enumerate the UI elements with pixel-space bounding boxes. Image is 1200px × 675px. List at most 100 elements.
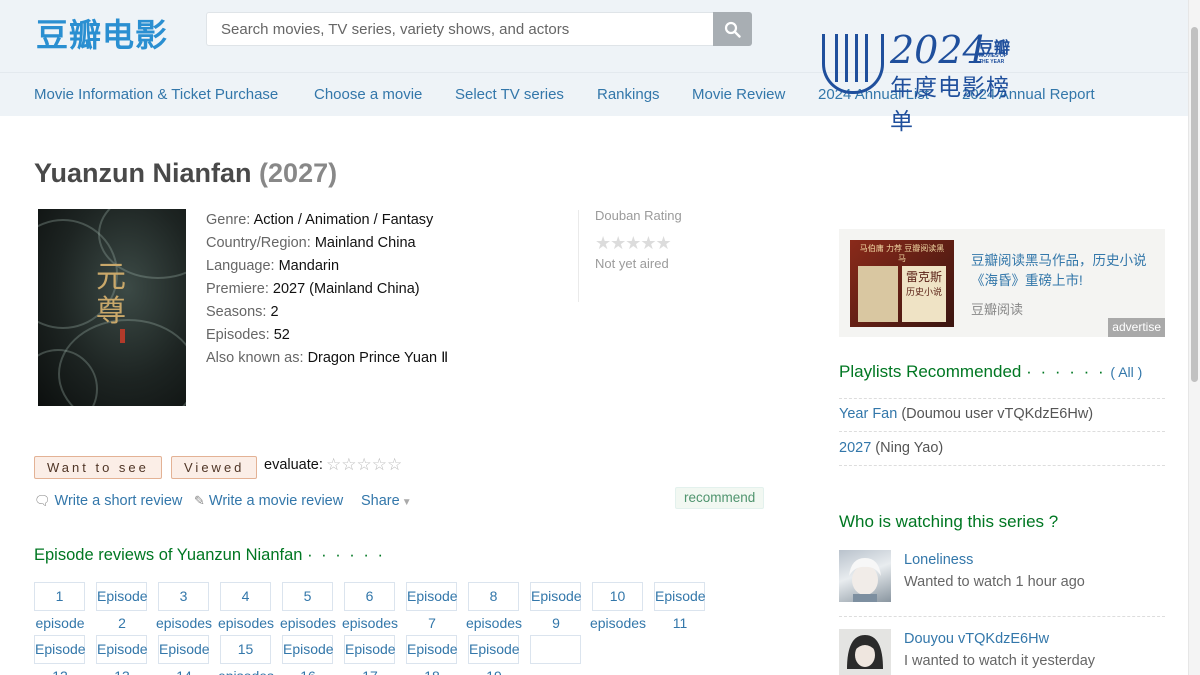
nav-item-movie-info[interactable]: Movie Information & Ticket Purchase	[34, 86, 278, 103]
info-label: Also known as:	[206, 350, 308, 366]
avatar-image	[849, 558, 881, 602]
search-box	[206, 12, 752, 46]
ad-source: 豆瓣阅读	[971, 302, 1024, 317]
episode-button[interactable]: Episode	[654, 582, 706, 611]
episode-label[interactable]: 9	[526, 615, 586, 631]
info-label: Episodes:	[206, 327, 274, 343]
advertisement[interactable]: 马伯庸 力荐 豆瓣阅读黑马 雷克斯 历史小说 豆瓣阅读黑马作品，历史小说《海昏》…	[839, 229, 1165, 337]
poster-image[interactable]: 元尊	[38, 209, 186, 406]
ad-text[interactable]: 豆瓣阅读黑马作品，历史小说《海昏》重磅上市!	[971, 251, 1156, 291]
nav-item-choose-movie[interactable]: Choose a movie	[314, 86, 422, 103]
episode-button[interactable]: Episode	[282, 635, 334, 664]
info-value: 52	[273, 327, 290, 343]
pencil-icon: ✎	[194, 493, 205, 508]
rating-label: Douban Rating	[595, 208, 682, 223]
episode-label[interactable]: 18	[402, 668, 462, 675]
share-dropdown[interactable]: Share ▼	[361, 493, 412, 509]
scrollbar-thumb[interactable]	[1191, 27, 1198, 382]
info-value: 2027 (Mainland China)	[272, 281, 420, 297]
episode-button[interactable]: Episode	[468, 635, 520, 664]
info-premiere: Premiere: 2027 (Mainland China)	[206, 278, 448, 301]
episode-button[interactable]: Episode	[530, 582, 582, 611]
episode-button[interactable]: Episode	[406, 582, 458, 611]
episode-reviews-more[interactable]: · · · · · ·	[307, 546, 385, 564]
info-label: Country/Region:	[206, 235, 315, 251]
write-movie-review-label: Write a movie review	[208, 493, 344, 509]
episode-button[interactable]: 3	[158, 582, 209, 611]
watcher-name[interactable]: Loneliness	[904, 552, 973, 568]
episode-label[interactable]: episode	[30, 615, 90, 631]
episode-button[interactable]: Episode	[96, 635, 148, 664]
playlist-link[interactable]: 2027	[839, 440, 871, 456]
recommend-button[interactable]: recommend	[675, 487, 765, 509]
episode-label[interactable]: 16	[278, 668, 338, 675]
episode-label[interactable]: 12	[30, 668, 90, 675]
episode-button[interactable]: Episode	[406, 635, 458, 664]
avatar[interactable]	[839, 550, 891, 602]
episode-label[interactable]: 2	[92, 615, 152, 631]
ad-book-title: 雷克斯 历史小说	[902, 266, 946, 322]
episode-label[interactable]: 17	[340, 668, 400, 675]
viewed-button[interactable]: Viewed	[171, 456, 258, 479]
episode-label[interactable]: 13	[92, 668, 152, 675]
info-value: Dragon Prince Yuan Ⅱ	[307, 350, 449, 366]
episode-button[interactable]: 15	[220, 635, 271, 664]
nav-item-select-tv[interactable]: Select TV series	[455, 86, 564, 103]
want-to-see-button[interactable]: Want to see	[34, 456, 162, 479]
episode-button[interactable]: Episode	[34, 635, 86, 664]
banner-subtitle: MOVIES OF THE YEAR	[979, 53, 1007, 65]
episode-label[interactable]: 7	[402, 615, 462, 631]
episode-button[interactable]: 5	[282, 582, 333, 611]
evaluate-stars[interactable]: ☆☆☆☆☆	[326, 455, 402, 475]
page-title: Yuanzun Nianfan (2027)	[34, 158, 337, 189]
episode-label[interactable]: episodes	[278, 615, 338, 631]
watcher-status: I wanted to watch it yesterday	[904, 653, 1096, 669]
episode-label[interactable]: episodes	[464, 615, 524, 631]
episode-button[interactable]: Episode	[96, 582, 148, 611]
nav-item-movie-review[interactable]: Movie Review	[692, 86, 785, 103]
playlist-item: 2027 (Ning Yao)	[839, 440, 1165, 456]
watcher-name[interactable]: Douyou vTQKdzE6Hw	[904, 631, 1049, 647]
search-icon	[724, 21, 741, 38]
info-language: Language: Mandarin	[206, 255, 448, 278]
write-short-review-label: Write a short review	[54, 493, 183, 509]
info-value: Mainland China	[314, 235, 416, 251]
search-button[interactable]	[713, 12, 752, 46]
episode-button[interactable]: 1	[34, 582, 85, 611]
search-input[interactable]	[206, 12, 714, 46]
avatar[interactable]	[839, 629, 891, 675]
episode-label[interactable]: episodes	[216, 668, 276, 675]
episode-button[interactable]	[530, 635, 581, 664]
douban-movie-logo[interactable]: 豆瓣电影	[36, 10, 168, 56]
write-short-review-link[interactable]: 🗨 Write a short review	[34, 493, 182, 509]
playlists-all[interactable]: ( All )	[1110, 364, 1142, 380]
episode-button[interactable]: 4	[220, 582, 271, 611]
episode-label[interactable]: 14	[154, 668, 214, 675]
episode-label[interactable]: episodes	[154, 615, 214, 631]
divider	[839, 465, 1165, 466]
episode-label[interactable]: episodes	[588, 615, 648, 631]
info-episodes: Episodes: 52	[206, 324, 448, 347]
episode-button[interactable]: Episode	[344, 635, 396, 664]
page-scrollbar[interactable]	[1188, 0, 1200, 675]
episode-label[interactable]: episodes	[216, 615, 276, 631]
info-value: Action / Animation / Fantasy	[253, 212, 434, 228]
playlist-link[interactable]: Year Fan	[839, 406, 897, 422]
playlists-dots: · · · · · ·	[1026, 362, 1106, 381]
playlist-owner: (Ning Yao)	[871, 440, 944, 456]
annual-list-banner[interactable]: 2024 豆瓣 MOVIES OF THE YEAR 年度电影榜单	[822, 28, 1022, 134]
write-movie-review-link[interactable]: ✎ Write a movie review	[194, 493, 343, 509]
watcher-status: Wanted to watch 1 hour ago	[904, 574, 1085, 590]
nav-item-rankings[interactable]: Rankings	[597, 86, 660, 103]
rating-stars: ★★★★★	[595, 233, 672, 253]
caret-down-icon: ▼	[401, 497, 412, 508]
episode-label[interactable]: episodes	[340, 615, 400, 631]
banner-logo-mark	[822, 34, 884, 94]
episode-button[interactable]: 8	[468, 582, 519, 611]
episode-label[interactable]: 19	[464, 668, 524, 675]
episode-button[interactable]: Episode	[158, 635, 210, 664]
episode-label[interactable]: 11	[650, 615, 710, 631]
ad-book-title-text: 雷克斯	[905, 270, 942, 284]
episode-button[interactable]: 10	[592, 582, 643, 611]
episode-button[interactable]: 6	[344, 582, 395, 611]
